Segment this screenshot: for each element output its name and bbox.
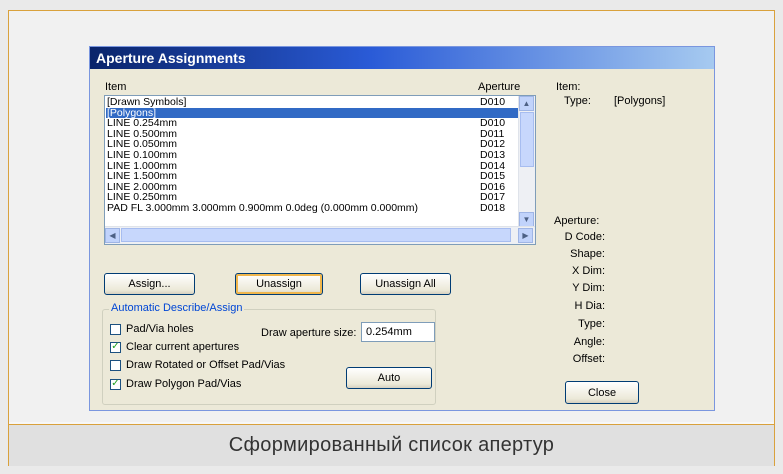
unchecked-box-icon[interactable] [110, 359, 121, 371]
figure-caption-bar: Сформированный список апертур [9, 424, 774, 466]
automatic-describe-label: Automatic Describe/Assign [109, 302, 245, 314]
horizontal-scroll-thumb[interactable] [121, 228, 511, 242]
close-button[interactable]: Close [565, 381, 639, 404]
scroll-left-icon[interactable]: ◀ [105, 228, 120, 243]
figure-caption: Сформированный список апертур [228, 434, 555, 456]
unchecked-box-icon[interactable] [110, 323, 121, 335]
vertical-scroll-thumb[interactable] [520, 112, 534, 167]
draw-polygon-checkbox[interactable]: ✓ Draw Polygon Pad/Vias [110, 378, 241, 390]
list-item-aperture: D018 [480, 201, 506, 214]
list-item[interactable]: LINE 0.100mm D013 [106, 149, 518, 161]
dialog-title: Aperture Assignments [96, 50, 246, 66]
item-type-label: Type: [564, 95, 591, 107]
aperture-type-label: Type: [578, 318, 605, 330]
aperture-list[interactable]: [Drawn Symbols] D010 [Polygons] LINE 0.254m… [104, 95, 536, 245]
draw-polygon-label: Draw Polygon Pad/Vias [126, 378, 242, 390]
aperture-dcode-label: D Code: [564, 231, 605, 243]
scroll-down-icon[interactable]: ▼ [519, 212, 534, 227]
item-type-value: [Polygons] [614, 95, 666, 107]
automatic-describe-group: Automatic Describe/Assign Pad/Via holes … [102, 302, 436, 405]
unassign-all-button[interactable]: Unassign All [360, 273, 451, 295]
aperture-offset-label: Offset: [572, 353, 605, 365]
aperture-assignments-dialog: Aperture Assignments Item Aperture [Draw… [89, 46, 715, 411]
column-header-item[interactable]: Item [105, 81, 126, 93]
aperture-angle-label: Angle: [573, 336, 605, 348]
figure-area: Aperture Assignments Item Aperture [Draw… [9, 11, 774, 422]
checkmark-icon[interactable]: ✓ [110, 378, 121, 390]
aperture-ydim-label: Y Dim: [572, 282, 605, 294]
draw-aperture-size-input[interactable]: 0.254mm [361, 322, 435, 342]
aperture-hdia-label: H Dia: [574, 300, 605, 312]
draw-rotated-checkbox[interactable]: Draw Rotated or Offset Pad/Vias [110, 359, 285, 371]
figure-frame: Aperture Assignments Item Aperture [Draw… [8, 10, 775, 466]
draw-aperture-size-label: Draw aperture size: [261, 327, 357, 339]
checkmark-icon[interactable]: ✓ [110, 341, 121, 353]
scroll-up-icon[interactable]: ▲ [519, 96, 534, 111]
vertical-scrollbar[interactable]: ▲ ▼ [518, 96, 535, 227]
aperture-shape-label: Shape: [570, 248, 605, 260]
scroll-right-icon[interactable]: ▶ [518, 228, 533, 243]
unassign-button[interactable]: Unassign [235, 273, 323, 295]
clear-current-apertures-checkbox[interactable]: ✓ Clear current apertures [110, 341, 239, 353]
aperture-info-label: Aperture: [554, 215, 600, 227]
aperture-xdim-label: X Dim: [572, 265, 605, 277]
dialog-title-bar[interactable]: Aperture Assignments [90, 47, 714, 69]
list-item-aperture: D010 [480, 97, 506, 108]
clear-current-apertures-label: Clear current apertures [126, 341, 240, 353]
pad-via-holes-checkbox[interactable]: Pad/Via holes [110, 323, 194, 335]
assign-button[interactable]: Assign... [104, 273, 195, 295]
list-item[interactable]: [Drawn Symbols] D010 [106, 97, 518, 108]
aperture-list-rows: [Drawn Symbols] D010 [Polygons] LINE 0.254m… [106, 97, 518, 225]
pad-via-holes-label: Pad/Via holes [126, 323, 194, 335]
auto-button[interactable]: Auto [346, 367, 432, 389]
item-info-label: Item: [556, 81, 581, 93]
list-item-name: PAD FL 3.000mm 3.000mm 0.900mm 0.0deg (0… [107, 201, 419, 214]
horizontal-scrollbar[interactable]: ◀ ▶ [105, 226, 535, 244]
column-header-aperture[interactable]: Aperture [478, 81, 520, 93]
draw-rotated-label: Draw Rotated or Offset Pad/Vias [126, 359, 286, 371]
list-item[interactable]: PAD FL 3.000mm 3.000mm 0.900mm 0.0deg (0… [106, 201, 518, 214]
